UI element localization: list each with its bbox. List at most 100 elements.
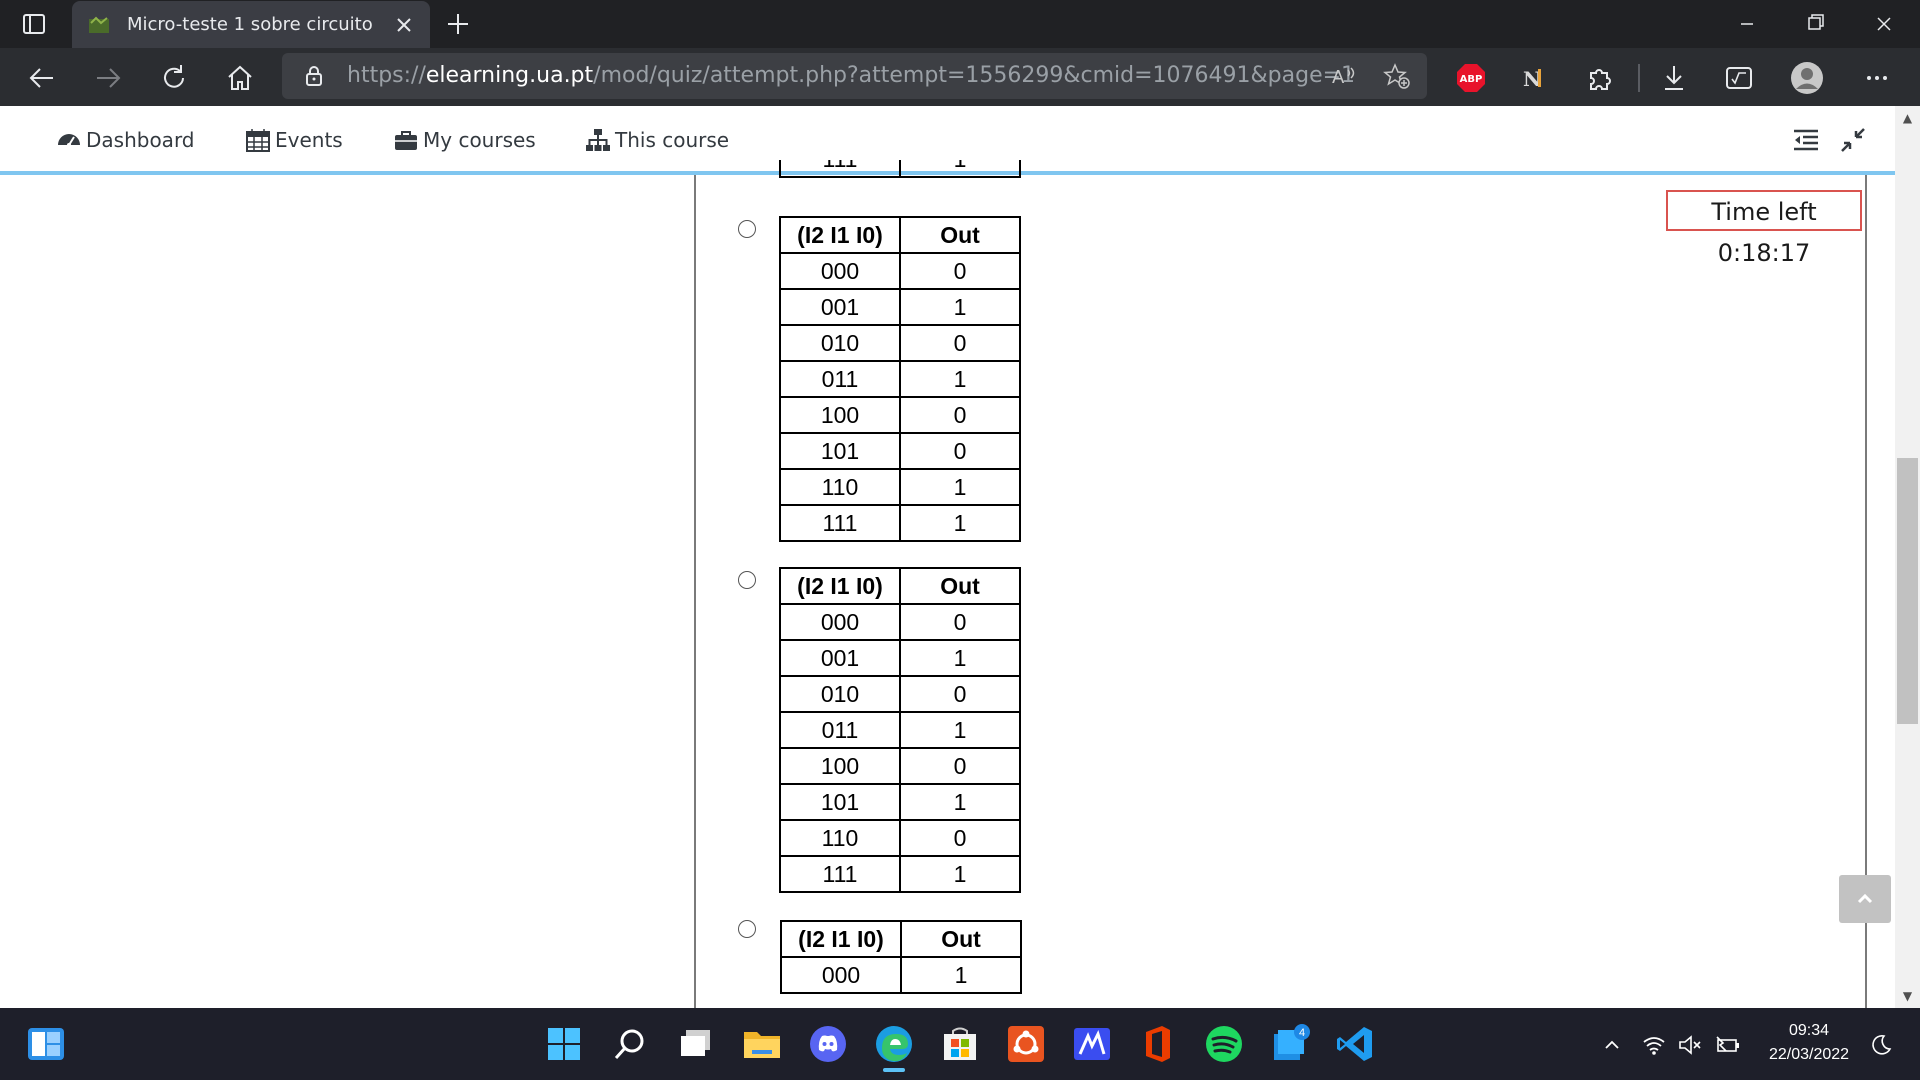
- compress-icon[interactable]: [1838, 125, 1868, 155]
- scrollbar-thumb[interactable]: [1897, 458, 1918, 724]
- table-cell-out: 0: [899, 747, 1021, 785]
- table-cell-out: 0: [899, 324, 1021, 362]
- table-header-row: (I2 I1 I0) Out: [779, 216, 1021, 254]
- table-header-row: (I2 I1 I0) Out: [780, 920, 1022, 958]
- table-cell-out: 0: [899, 819, 1021, 857]
- table-row: 011 1: [779, 360, 1021, 398]
- moodle-favicon-icon: [88, 14, 110, 36]
- header-input: (I2 I1 I0): [779, 216, 901, 254]
- nav-dashboard[interactable]: Dashboard: [56, 125, 195, 155]
- table-cell-out: 1: [899, 855, 1021, 893]
- scroll-up-icon[interactable]: ▲: [1895, 108, 1920, 128]
- forward-icon[interactable]: [91, 61, 125, 95]
- refresh-icon[interactable]: [157, 61, 191, 95]
- table-cell-out: 1: [899, 160, 1021, 178]
- header-out: Out: [900, 920, 1022, 958]
- table-row: 101 1: [779, 783, 1021, 821]
- table-row: 001 1: [779, 288, 1021, 326]
- browser-tab[interactable]: Micro-teste 1 sobre circuitos con: [72, 1, 430, 48]
- table-cell-input: 011: [779, 711, 901, 749]
- table-cell-input: 010: [779, 324, 901, 362]
- calendar-icon: [246, 129, 270, 152]
- table-cell-out: 0: [899, 252, 1021, 290]
- active-app-indicator: [883, 1068, 905, 1072]
- new-tab-icon[interactable]: [442, 8, 474, 40]
- close-tab-icon[interactable]: [390, 11, 418, 39]
- tab-title: Micro-teste 1 sobre circuitos con: [127, 14, 372, 35]
- microsoft-store-icon[interactable]: [938, 1022, 982, 1066]
- table-row: 110 0: [779, 819, 1021, 857]
- url-text[interactable]: https://elearning.ua.pt/mod/quiz/attempt…: [347, 63, 1355, 89]
- extensions-icon[interactable]: [1583, 61, 1617, 95]
- task-view-icon[interactable]: [674, 1022, 718, 1066]
- file-explorer-icon[interactable]: [740, 1022, 784, 1066]
- scroll-down-icon[interactable]: ▼: [1895, 986, 1920, 1006]
- minimize-icon[interactable]: [1713, 0, 1781, 48]
- office-icon[interactable]: [1136, 1022, 1180, 1066]
- table-cell-input: 110: [779, 468, 901, 506]
- adblock-label: ABP: [1460, 74, 1483, 85]
- table-cell-input: 111: [779, 160, 901, 178]
- drawer-toggle-icon[interactable]: [1791, 125, 1821, 155]
- spotify-icon[interactable]: [1202, 1022, 1246, 1066]
- ubuntu-icon[interactable]: [1004, 1022, 1048, 1066]
- table-row: 100 0: [779, 747, 1021, 785]
- table-cell-input: 000: [779, 252, 901, 290]
- clock-date[interactable]: 22/03/2022: [1753, 1046, 1865, 1066]
- table-cell-out: 1: [899, 504, 1021, 542]
- table-row: 001 1: [779, 639, 1021, 677]
- more-options-icon[interactable]: [1860, 61, 1894, 95]
- battery-charging-icon[interactable]: [1713, 1032, 1741, 1058]
- table-header-row: (I2 I1 I0) Out: [779, 567, 1021, 605]
- option-2-radio[interactable]: [738, 571, 756, 589]
- adblock-plus-icon[interactable]: ABP: [1454, 61, 1488, 95]
- home-icon[interactable]: [223, 61, 257, 95]
- truth-table: 1111: [779, 160, 1021, 178]
- table-cell-out: 1: [899, 468, 1021, 506]
- address-bar[interactable]: https://elearning.ua.pt/mod/quiz/attempt…: [282, 53, 1427, 99]
- profile-avatar-icon[interactable]: [1790, 61, 1824, 95]
- start-icon[interactable]: [542, 1022, 586, 1066]
- discord-icon[interactable]: [806, 1022, 850, 1066]
- sticky-notes-icon[interactable]: 4: [1268, 1022, 1312, 1066]
- header-input: (I2 I1 I0): [779, 567, 901, 605]
- option-3-radio[interactable]: [738, 920, 756, 938]
- chevron-up-tray-icon[interactable]: [1601, 1034, 1623, 1056]
- read-aloud-icon[interactable]: A: [1329, 61, 1359, 91]
- downloads-icon[interactable]: [1657, 61, 1691, 95]
- nav-my-courses[interactable]: My courses: [393, 125, 536, 155]
- restore-icon[interactable]: [1781, 0, 1849, 48]
- nav-this-course[interactable]: This course: [585, 125, 729, 155]
- vscode-icon[interactable]: [1334, 1022, 1378, 1066]
- tab-actions-icon[interactable]: [20, 10, 48, 38]
- tab-strip: Micro-teste 1 sobre circuitos con: [0, 0, 1920, 48]
- focus-moon-icon[interactable]: [1868, 1032, 1894, 1058]
- math-solver-icon[interactable]: [1722, 61, 1756, 95]
- add-favorite-icon[interactable]: [1382, 61, 1412, 91]
- svg-text:A: A: [1332, 67, 1345, 88]
- option-2-truth-table: (I2 I1 I0) Out 000 0 001 1 010 0 011 1 100 0 101 1 11…: [779, 567, 1021, 893]
- widgets-icon[interactable]: [24, 1022, 68, 1066]
- mathematica-icon[interactable]: [1070, 1022, 1114, 1066]
- nav-events[interactable]: Events: [245, 125, 343, 155]
- table-cell-input: 101: [779, 783, 901, 821]
- clock-time[interactable]: 09:34: [1753, 1022, 1865, 1042]
- wifi-icon[interactable]: [1641, 1032, 1667, 1058]
- edge-browser-icon[interactable]: [872, 1022, 916, 1066]
- table-row: 010 0: [779, 675, 1021, 713]
- lock-icon[interactable]: [302, 64, 326, 88]
- close-window-icon[interactable]: [1850, 0, 1918, 48]
- table-cell-out: 0: [899, 396, 1021, 434]
- table-row: 000 1: [780, 956, 1022, 994]
- search-icon[interactable]: [608, 1022, 652, 1066]
- table-row: 000 0: [779, 603, 1021, 641]
- table-row: 110 1: [779, 468, 1021, 506]
- content-divider-left: [694, 175, 696, 1008]
- volume-muted-icon[interactable]: [1677, 1032, 1703, 1058]
- table-cell-out: 1: [900, 956, 1022, 994]
- option-1-radio[interactable]: [738, 220, 756, 238]
- back-icon[interactable]: [25, 61, 59, 95]
- back-to-top-button[interactable]: [1839, 875, 1891, 923]
- url-host: elearning.ua.pt: [425, 63, 594, 88]
- notion-extension-icon[interactable]: N: [1518, 61, 1552, 95]
